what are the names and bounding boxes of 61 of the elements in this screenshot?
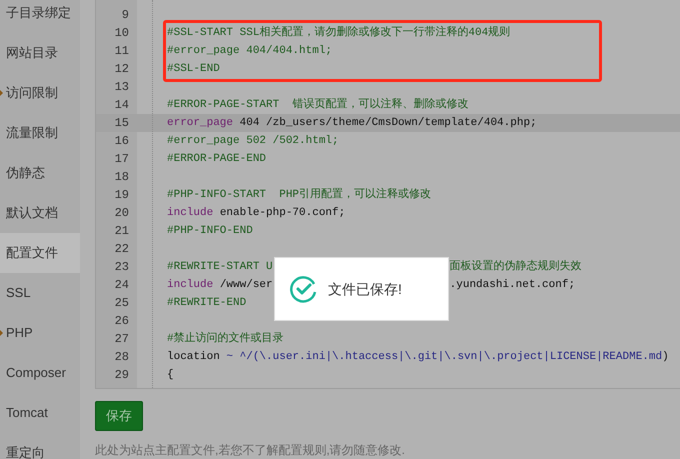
code-comment: #PHP-INFO-END bbox=[167, 224, 253, 239]
line-number: 12 bbox=[114, 61, 130, 78]
code-comment: #REWRITE-START U bbox=[167, 260, 273, 275]
sidebar-item[interactable]: Composer bbox=[0, 353, 80, 393]
line-number: 10 bbox=[114, 25, 130, 42]
sidebar-item[interactable]: 伪静态 bbox=[0, 153, 80, 193]
code-comment: #error_page 502 /502.html; bbox=[167, 134, 339, 149]
sidebar-item[interactable]: 子目录绑定 bbox=[0, 0, 80, 33]
line-number: 19 bbox=[114, 187, 130, 204]
line-number: 26 bbox=[114, 313, 130, 330]
line-number: 13 bbox=[114, 79, 130, 96]
code-text: .yundashi.net.conf; bbox=[450, 278, 576, 293]
line-number: 22 bbox=[114, 241, 130, 258]
code-comment: #SSL-END bbox=[167, 62, 220, 77]
sidebar-item[interactable]: 访问限制 bbox=[0, 73, 80, 113]
sidebar-item[interactable]: 流量限制 bbox=[0, 113, 80, 153]
line-number: 17 bbox=[114, 151, 130, 168]
line-number: 16 bbox=[114, 133, 130, 150]
line-number: 11 bbox=[114, 43, 130, 60]
code-comment: #ERROR-PAGE-END bbox=[167, 152, 266, 167]
line-number: 28 bbox=[114, 349, 130, 366]
code-comment: #error_page 404/404.html; bbox=[167, 44, 332, 59]
line-number: 14 bbox=[114, 97, 130, 114]
check-circle-icon bbox=[290, 275, 318, 303]
code-keyword: include bbox=[167, 278, 214, 293]
code-editor[interactable] bbox=[95, 0, 680, 389]
line-number: 27 bbox=[114, 331, 130, 348]
code-text: enable-php-70.conf; bbox=[218, 206, 346, 221]
line-number: 25 bbox=[114, 295, 130, 312]
code-text: location bbox=[167, 350, 221, 365]
line-number: 9 bbox=[120, 7, 130, 24]
toast-message: 文件已保存! bbox=[328, 280, 402, 298]
code-regex: ~ ^/(\.user.ini|\.htaccess|\.git|\.svn|\.project|LICENSE|README.md bbox=[226, 350, 662, 365]
note-text: 此处为站点主配置文件,若您不了解配置规则,请勿随意修改. bbox=[95, 442, 406, 458]
code-comment: #SSL-START SSL相关配置，请勿删除或修改下一行带注释的404规则 bbox=[167, 24, 510, 41]
sidebar-item[interactable]: 网站目录 bbox=[0, 33, 80, 73]
code-comment: #ERROR-PAGE-START 错误页配置，可以注释、删除或修改 bbox=[167, 96, 468, 113]
line-number: 20 bbox=[114, 205, 130, 222]
sidebar-item[interactable]: SSL bbox=[0, 273, 80, 313]
line-number: 15 bbox=[96, 114, 137, 132]
sidebar-item[interactable]: Tomcat bbox=[0, 393, 80, 433]
code-text: { bbox=[167, 368, 174, 383]
code-text: ) bbox=[662, 350, 669, 365]
line-number: 21 bbox=[114, 223, 130, 240]
line-number: 18 bbox=[114, 169, 130, 186]
code-comment: #禁止访问的文件或目录 bbox=[167, 330, 284, 347]
sidebar-item[interactable]: PHP bbox=[0, 313, 80, 353]
code-text: 404 /zb_users/theme/CmsDown/template/404.php; bbox=[238, 116, 537, 131]
code-keyword: include bbox=[167, 206, 214, 221]
code-comment: 面板设置的伪静态规则失效 bbox=[450, 258, 582, 275]
code-keyword: error_page bbox=[167, 116, 234, 131]
sidebar-item[interactable]: 重定向 bbox=[0, 433, 80, 459]
line-number: 29 bbox=[114, 367, 130, 384]
line-number: 23 bbox=[114, 259, 130, 276]
code-comment: #PHP-INFO-START PHP引用配置，可以注释或修改 bbox=[167, 186, 432, 203]
code-comment: #REWRITE-END bbox=[167, 296, 246, 311]
sidebar-item[interactable]: 配置文件 bbox=[0, 233, 80, 273]
code-text: /www/ser bbox=[218, 278, 273, 293]
sidebar-item[interactable]: 默认文档 bbox=[0, 193, 80, 233]
line-number: 24 bbox=[114, 277, 130, 294]
save-button[interactable]: 保存 bbox=[95, 401, 143, 430]
